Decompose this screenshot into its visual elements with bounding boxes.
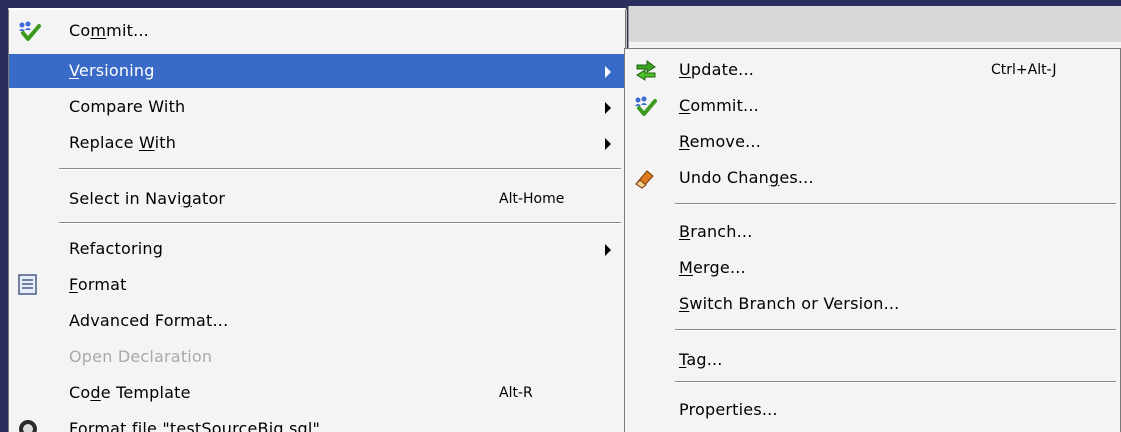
submenu-arrow-icon (605, 244, 611, 256)
submenu-item-properties[interactable]: Properties... (625, 393, 1120, 427)
commit-users-check-icon (633, 95, 657, 117)
menu-separator (675, 203, 1116, 205)
menu-item-advanced-format[interactable]: Advanced Format... (9, 304, 625, 338)
versioning-submenu: Update... Ctrl+Alt-J Commit... Remove...… (624, 48, 1121, 432)
menu-item-open-declaration: Open Declaration (69, 347, 213, 366)
shortcut-label: Ctrl+Alt-J (991, 62, 1057, 78)
menu-item-format-file[interactable]: Format file "testSourceBig.sql" (9, 412, 625, 432)
shortcut-label: Alt-Home (499, 191, 565, 207)
menu-item-format[interactable]: Format (9, 268, 625, 302)
submenu-arrow-icon (605, 138, 611, 150)
menu-item-refactoring[interactable]: Refactoring (9, 232, 625, 266)
submenu-item-update[interactable]: Update... Ctrl+Alt-J (625, 53, 1120, 87)
format-file-icon (17, 418, 41, 432)
submenu-arrow-icon (605, 102, 611, 114)
menu-item-select-in-navigator[interactable]: Select in Navigator Alt-Home (9, 182, 625, 216)
menu-item-code-template[interactable]: Code Template Alt-R (9, 376, 625, 410)
menu-separator (59, 168, 621, 170)
undo-eraser-icon (633, 167, 657, 189)
update-green-arrows-icon (633, 59, 657, 81)
menu-separator (675, 381, 1116, 383)
context-menu: Commit... Versioning Compare With Replac… (8, 8, 626, 432)
menu-item-compare-with[interactable]: Compare With (9, 90, 625, 124)
submenu-item-tag[interactable]: Tag... (625, 343, 1120, 377)
submenu-item-switch-branch[interactable]: Switch Branch or Version... (625, 287, 1120, 321)
menu-item-replace-with[interactable]: Replace With (9, 126, 625, 160)
submenu-item-branch[interactable]: Branch... (625, 215, 1120, 249)
format-document-icon (17, 274, 41, 296)
commit-users-check-icon (17, 20, 41, 42)
menu-separator (675, 329, 1116, 331)
submenu-item-commit[interactable]: Commit... (625, 89, 1120, 123)
submenu-arrow-icon (605, 66, 611, 78)
shortcut-label: Alt-R (499, 385, 533, 401)
submenu-item-undo-changes[interactable]: Undo Changes... (625, 161, 1120, 195)
menu-separator (59, 222, 621, 224)
menu-item-versioning[interactable]: Versioning (9, 54, 625, 88)
submenu-item-remove[interactable]: Remove... (625, 125, 1120, 159)
submenu-item-merge[interactable]: Merge... (625, 251, 1120, 285)
menu-item-commit[interactable]: Commit... (9, 14, 625, 48)
